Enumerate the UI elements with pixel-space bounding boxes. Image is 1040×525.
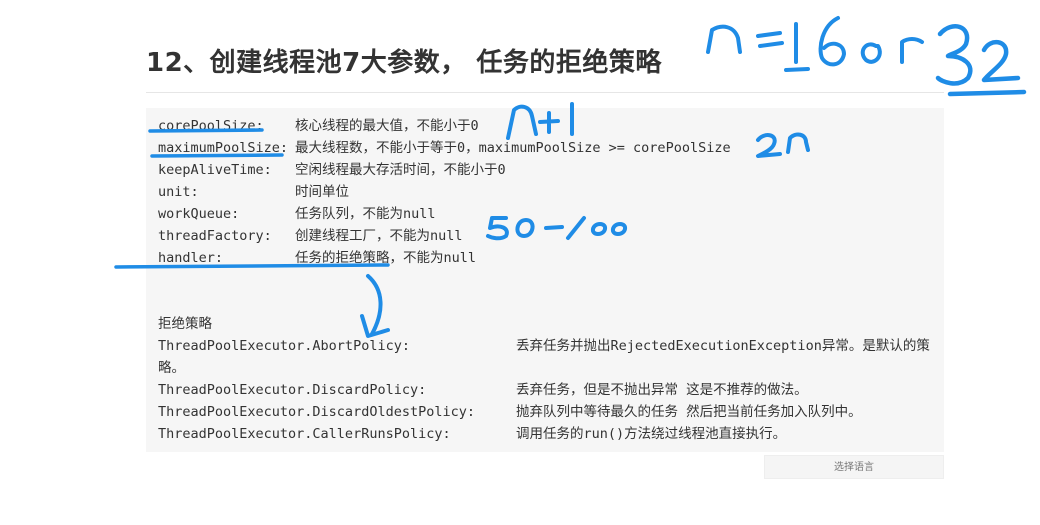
param-desc: 时间单位 (295, 184, 349, 200)
policies-heading: 拒绝策略 (158, 316, 212, 332)
policy-desc: 调用任务的run()方法绕过线程池直接执行。 (516, 426, 787, 442)
policy-desc: 丢弃任务并抛出RejectedExecutionException异常。是默认的… (516, 338, 930, 354)
code-block: corePoolSize: 核心线程的最大值，不能小于0 maximumPool… (146, 108, 944, 452)
param-name: keepAliveTime: (158, 162, 272, 178)
select-language-button[interactable]: 选择语言 (764, 455, 944, 479)
ink-letter-n (706, 24, 742, 54)
page-title: 12、创建线程池7大参数， 任务的拒绝策略 (146, 48, 662, 78)
param-name: maximumPoolSize: (158, 140, 289, 156)
policy-name: ThreadPoolExecutor.DiscardPolicy: (158, 382, 427, 398)
param-name: unit: (158, 184, 199, 200)
title-divider (146, 92, 944, 93)
ink-digit-6 (818, 16, 846, 67)
param-name: corePoolSize: (158, 118, 264, 134)
ink-underline-32 (947, 89, 1027, 97)
ink-letter-o (860, 42, 882, 64)
policy-name: ThreadPoolExecutor.CallerRunsPolicy: (158, 426, 451, 442)
param-desc: 任务队列，不能为null (295, 206, 436, 222)
policy-desc-continued: 略。 (158, 360, 185, 376)
param-desc: 最大线程数，不能小于等于0，maximumPoolSize >= corePoo… (295, 140, 731, 156)
param-desc: 核心线程的最大值，不能小于0 (295, 118, 479, 134)
param-desc: 创建线程工厂，不能为null (295, 228, 463, 244)
policy-name: ThreadPoolExecutor.AbortPolicy: (158, 338, 410, 354)
param-desc: 空闲线程最大存活时间，不能小于0 (295, 162, 506, 178)
ink-letter-r (900, 37, 924, 64)
policy-desc: 丢弃任务，但是不抛出异常 这是不推荐的做法。 (516, 382, 808, 398)
ink-underline-1 (784, 67, 810, 72)
ink-digit-3 (935, 24, 973, 86)
param-desc: 任务的拒绝策略，不能为null (295, 250, 477, 266)
policy-desc: 抛弃队列中等待最久的任务 然后把当前任务加入队列中。 (516, 404, 862, 420)
policy-name: ThreadPoolExecutor.DiscardOldestPolicy: (158, 404, 475, 420)
param-name: workQueue: (158, 206, 240, 222)
param-name: threadFactory: (158, 228, 272, 244)
ink-equals (756, 31, 784, 48)
ink-digit-2 (981, 40, 1021, 83)
param-name: handler: (158, 250, 224, 266)
